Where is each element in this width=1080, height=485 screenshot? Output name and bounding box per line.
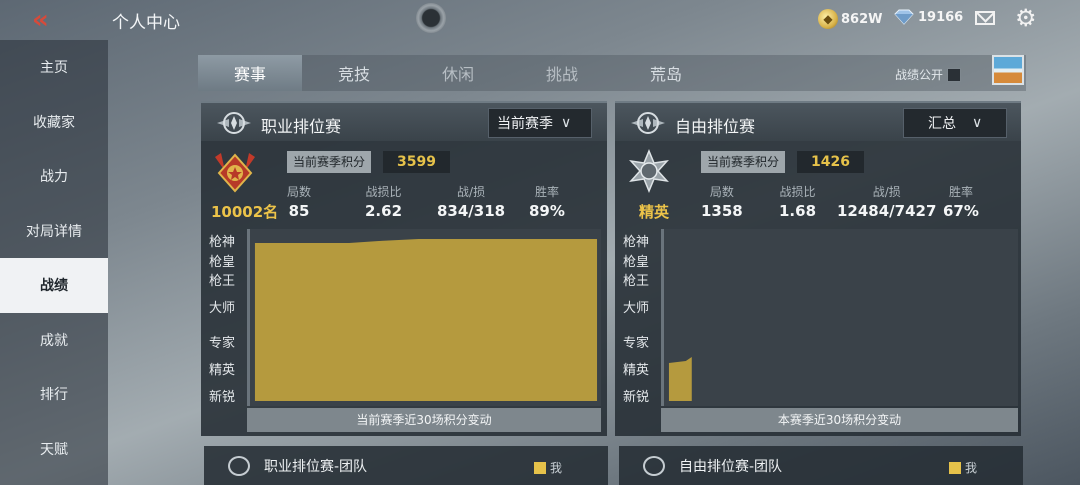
public-record-checkbox[interactable] bbox=[947, 67, 962, 82]
rank-badge-icon bbox=[629, 149, 669, 193]
tier-label: 枪王 bbox=[623, 274, 650, 289]
tier-axis: 枪神 枪皇 枪王 大师 专家 精英 新锐 bbox=[209, 231, 249, 406]
panel-header: 自由排位赛 汇总 ∨ bbox=[615, 103, 1021, 141]
gold-coin-icon: ◆ bbox=[818, 9, 838, 29]
tab-island[interactable]: 荒岛 bbox=[614, 55, 718, 91]
tab-casual[interactable]: 休闲 bbox=[406, 55, 510, 91]
diamond-icon bbox=[894, 9, 914, 25]
team-icon bbox=[228, 456, 250, 476]
stat-win-rate: 胜率 89% bbox=[529, 185, 565, 220]
legend-swatch bbox=[949, 461, 961, 474]
season-select[interactable]: 当前赛季 ∨ bbox=[488, 108, 592, 138]
sidebar: 主页 收藏家 战力 对局详情 战绩 成就 排行 天赋 bbox=[0, 40, 108, 485]
score-value: 1426 bbox=[797, 151, 864, 173]
tier-label: 枪神 bbox=[209, 235, 236, 250]
tier-label: 新锐 bbox=[623, 390, 650, 405]
panel-header: 职业排位赛 当前赛季 ∨ bbox=[201, 103, 607, 141]
score-label: 当前赛季积分 bbox=[701, 151, 786, 173]
chart-caption: 当前赛季近30场积分变动 bbox=[247, 408, 601, 432]
legend-swatch bbox=[534, 461, 546, 474]
tab-competitive[interactable]: 竞技 bbox=[302, 55, 406, 91]
camera-notch bbox=[416, 3, 446, 33]
gold-balance[interactable]: ◆ 862W bbox=[818, 9, 882, 29]
legend-me: 我 bbox=[534, 459, 562, 476]
tier-label: 新锐 bbox=[209, 390, 236, 405]
sidebar-item-achievements[interactable]: 成就 bbox=[0, 313, 108, 368]
chevron-down-icon: ∨ bbox=[561, 115, 572, 131]
free-ranked-panel: 自由排位赛 汇总 ∨ 当前赛季积分 1426 精英 局数 1358 战损比 1.… bbox=[615, 101, 1021, 436]
tier-label: 精英 bbox=[209, 363, 236, 378]
season-select-value: 当前赛季 bbox=[497, 116, 553, 132]
back-chevron-icon[interactable]: « bbox=[32, 7, 66, 34]
stat-games: 局数 85 bbox=[287, 185, 312, 220]
score-label: 当前赛季积分 bbox=[287, 151, 372, 173]
gear-icon[interactable]: ⚙ bbox=[1015, 6, 1037, 30]
avatar[interactable] bbox=[992, 55, 1024, 85]
rank-emblem-icon bbox=[217, 112, 251, 134]
stat-win-rate: 胜率 67% bbox=[943, 185, 979, 220]
tier-axis: 枪神 枪皇 枪王 大师 专家 精英 新锐 bbox=[623, 231, 663, 406]
pro-ranked-panel: 职业排位赛 当前赛季 ∨ 当前赛季积分 3599 10002名 局数 85 战损… bbox=[201, 101, 607, 436]
tier-label: 大师 bbox=[209, 301, 236, 316]
gold-amount: 862W bbox=[841, 11, 883, 27]
sidebar-item-ranking[interactable]: 排行 bbox=[0, 367, 108, 422]
page-title: 个人中心 bbox=[112, 13, 180, 33]
score-trend-area bbox=[254, 239, 598, 401]
mail-icon[interactable] bbox=[975, 11, 995, 25]
tier-label: 枪王 bbox=[209, 274, 236, 289]
score-trend-chart bbox=[661, 229, 1018, 406]
public-record-label: 战绩公开 bbox=[895, 68, 944, 82]
tier-label: 专家 bbox=[623, 336, 650, 351]
free-ranked-team-panel[interactable]: 自由排位赛-团队 我 bbox=[619, 446, 1023, 485]
team-icon bbox=[643, 456, 665, 476]
tier-label: 枪皇 bbox=[623, 255, 650, 270]
rank-badge-icon bbox=[215, 153, 255, 193]
panel-title: 自由排位赛 bbox=[675, 117, 756, 136]
score-trend-area bbox=[668, 357, 692, 401]
sidebar-item-record[interactable]: 战绩 bbox=[0, 258, 108, 313]
tier-label: 精英 bbox=[623, 363, 650, 378]
stat-kills-deaths: 战/损 12484/7427 bbox=[837, 185, 937, 220]
score-trend-plot bbox=[668, 357, 692, 401]
diamond-balance[interactable]: 19166 bbox=[893, 9, 963, 25]
season-select-value: 汇总 bbox=[928, 116, 956, 132]
team-panel-title: 自由排位赛-团队 bbox=[679, 459, 783, 475]
sidebar-item-talent[interactable]: 天赋 bbox=[0, 422, 108, 477]
sidebar-item-home[interactable]: 主页 bbox=[0, 40, 108, 95]
rank-position: 10002名 bbox=[211, 203, 279, 221]
sidebar-item-power[interactable]: 战力 bbox=[0, 149, 108, 204]
pro-ranked-team-panel[interactable]: 职业排位赛-团队 我 bbox=[204, 446, 608, 485]
team-panel-title: 职业排位赛-团队 bbox=[264, 459, 368, 475]
stat-kd-ratio: 战损比 1.68 bbox=[779, 185, 817, 220]
score-trend-plot bbox=[254, 239, 598, 401]
chevron-down-icon: ∨ bbox=[972, 115, 983, 131]
season-select[interactable]: 汇总 ∨ bbox=[903, 108, 1007, 138]
legend-label: 我 bbox=[550, 461, 563, 475]
stat-kd-ratio: 战损比 2.62 bbox=[365, 185, 403, 220]
stat-kills-deaths: 战/损 834/318 bbox=[437, 185, 506, 220]
sidebar-item-match-details[interactable]: 对局详情 bbox=[0, 204, 108, 259]
tier-label: 专家 bbox=[209, 336, 236, 351]
stat-games: 局数 1358 bbox=[701, 185, 743, 220]
score-value: 3599 bbox=[383, 151, 450, 173]
diamond-amount: 19166 bbox=[918, 9, 964, 25]
tier-label: 大师 bbox=[623, 301, 650, 316]
chart-caption: 本赛季近30场积分变动 bbox=[661, 408, 1018, 432]
tier-label: 枪神 bbox=[623, 235, 650, 250]
tab-challenge[interactable]: 挑战 bbox=[510, 55, 614, 91]
legend-me: 我 bbox=[949, 459, 977, 476]
rank-emblem-icon bbox=[631, 112, 665, 134]
top-bar: « 个人中心 ◆ 862W 19166 ⚙ bbox=[0, 0, 1080, 40]
tier-label: 枪皇 bbox=[209, 255, 236, 270]
score-trend-chart bbox=[247, 229, 601, 406]
tab-events[interactable]: 赛事 bbox=[198, 55, 302, 91]
sidebar-item-collector[interactable]: 收藏家 bbox=[0, 95, 108, 150]
public-record-toggle[interactable]: 战绩公开 bbox=[895, 66, 962, 83]
legend-label: 我 bbox=[965, 461, 978, 475]
panel-title: 职业排位赛 bbox=[261, 117, 342, 136]
rank-tier: 精英 bbox=[639, 203, 670, 221]
